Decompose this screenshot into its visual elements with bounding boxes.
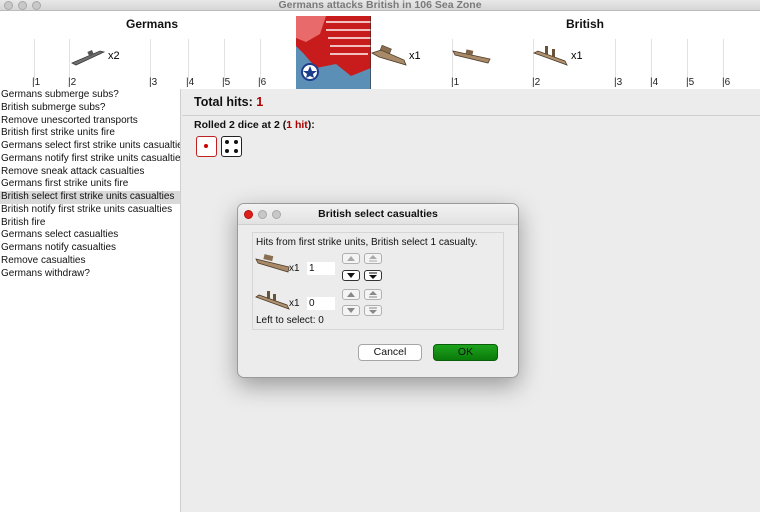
transport-ship-icon [255, 254, 290, 273]
sea-zone-territory-image [296, 16, 372, 89]
submarine-icon [71, 49, 106, 66]
attacker-tick: |1 [32, 77, 41, 88]
casualty-unit-count: x1 [289, 263, 300, 274]
increase-max-button[interactable] [342, 289, 360, 300]
list-item[interactable]: Germans submerge subs? [0, 89, 180, 102]
attacker-tick: |3 [149, 77, 158, 88]
casualty-unit-count: x1 [289, 298, 300, 309]
decrease-button[interactable] [342, 270, 360, 281]
list-item[interactable]: Germans select casualties [0, 229, 180, 242]
destroyer-ship-icon [452, 49, 491, 64]
casualty-selection-panel: Hits from first strike units, British se… [252, 232, 504, 330]
casualty-quantity-field[interactable]: 0 [307, 297, 335, 310]
list-item[interactable]: British fire [0, 217, 180, 230]
roll-summary: Rolled 2 dice at 2 (1 hit): [194, 119, 315, 131]
decrease-min-button [364, 305, 382, 316]
defender-unit-cruiser: x1 [532, 43, 593, 67]
total-hits-value: 1 [256, 95, 264, 109]
defender-tick: |2 [532, 77, 541, 88]
list-item[interactable]: Germans notify casualties [0, 242, 180, 255]
list-item[interactable]: Germans select first strike units casual… [0, 140, 180, 153]
defender-tick: |5 [686, 77, 695, 88]
attacker-roll-ruler: |1 |2 |3 |4 |5 |6 [0, 75, 296, 89]
list-item[interactable]: Germans notify first strike units casual… [0, 153, 180, 166]
list-item[interactable]: British notify first strike units casual… [0, 204, 180, 217]
battle-steps-list[interactable]: Germans submerge subs? British submerge … [0, 89, 181, 512]
attacker-tick: |2 [68, 77, 77, 88]
battle-board: Germans British x2 x1 x1 |1 |2 |3 |4 |5 … [0, 11, 760, 89]
window-title: Germans attacks British in 106 Sea Zone [278, 0, 482, 11]
cruiser-ship-icon [255, 291, 290, 310]
casualty-quantity-field[interactable]: 1 [307, 262, 335, 275]
defender-unit-count-cruiser: x1 [571, 50, 583, 62]
list-item[interactable]: Remove casualties [0, 255, 180, 268]
list-item[interactable]: British submerge subs? [0, 102, 180, 115]
defender-unit-destroyer [452, 43, 512, 67]
defender-tick: |1 [451, 77, 460, 88]
dialog-title: British select casualties [318, 208, 438, 220]
cruiser-ship-icon [532, 46, 568, 66]
defender-tick: |3 [614, 77, 623, 88]
defender-tick: |4 [650, 77, 659, 88]
total-hits: Total hits: 1 [194, 95, 264, 109]
attacker-tick: |5 [222, 77, 231, 88]
attacker-tick: |4 [186, 77, 195, 88]
select-casualties-dialog: British select casualties Hits from firs… [237, 203, 519, 378]
ok-button[interactable]: OK [433, 344, 498, 361]
defender-unit-count-transport: x1 [409, 50, 421, 62]
die-hit [196, 136, 217, 157]
increase-button[interactable] [364, 289, 382, 300]
list-item[interactable]: Remove unescorted transports [0, 115, 180, 128]
defender-unit-transport: x1 [371, 43, 431, 67]
left-to-select: Left to select: 0 [256, 315, 324, 326]
list-item[interactable]: Germans withdraw? [0, 268, 180, 281]
attacker-unit-submarine: x2 [70, 43, 130, 67]
defender-label: British [566, 17, 605, 31]
increase-button [364, 253, 382, 264]
dialog-title-bar: British select casualties [238, 204, 518, 225]
decrease-button [342, 305, 360, 316]
decrease-min-button[interactable] [364, 270, 382, 281]
list-item[interactable]: Remove sneak attack casualties [0, 166, 180, 179]
cancel-button[interactable]: Cancel [358, 344, 422, 361]
attacker-unit-count: x2 [108, 50, 120, 62]
die-miss [221, 136, 242, 157]
defender-roll-ruler: |1 |2 |3 |4 |5 |6 [371, 75, 760, 89]
list-item-selected[interactable]: British select first strike units casual… [0, 191, 180, 204]
dialog-message: Hits from first strike units, British se… [256, 237, 478, 248]
increase-max-button [342, 253, 360, 264]
list-item[interactable]: British first strike units fire [0, 127, 180, 140]
defender-tick: |6 [722, 77, 731, 88]
transport-ship-icon [371, 44, 407, 66]
list-item[interactable]: Germans first strike units fire [0, 178, 180, 191]
attacker-label: Germans [126, 17, 179, 31]
window-title-bar: Germans attacks British in 106 Sea Zone [0, 0, 760, 11]
attacker-tick: |6 [258, 77, 267, 88]
